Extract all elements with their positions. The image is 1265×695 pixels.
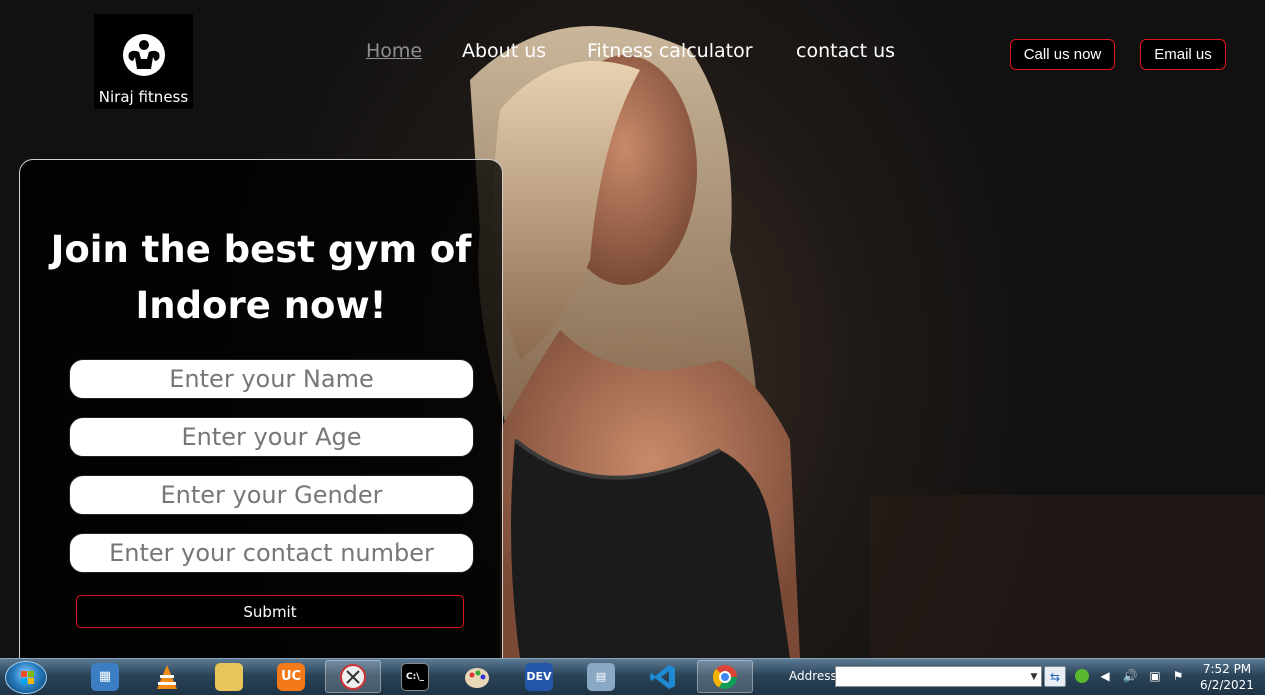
address-label: Address	[789, 669, 837, 683]
taskbar-uc-browser[interactable]: UC	[263, 660, 319, 693]
taskbar-paint[interactable]	[449, 660, 505, 693]
email-us-button[interactable]: Email us	[1140, 39, 1226, 70]
uc-browser-icon: UC	[277, 662, 305, 691]
address-input[interactable]	[835, 666, 1042, 687]
file-explorer-icon	[215, 662, 243, 691]
paint-icon	[465, 667, 489, 688]
calculator-icon: ▤	[587, 662, 615, 691]
call-us-button[interactable]: Call us now	[1010, 39, 1115, 70]
mute-icon[interactable]: ◀	[1097, 668, 1113, 684]
name-input[interactable]	[69, 359, 474, 399]
taskbar-calculator[interactable]: ▤	[573, 660, 629, 693]
taskbar-vscode[interactable]	[635, 660, 691, 693]
contact-number-input[interactable]	[69, 533, 474, 573]
signup-title: Join the best gym of Indore now!	[19, 222, 503, 334]
nav-home[interactable]: Home	[366, 40, 422, 62]
system-clock[interactable]: 7:52 PM 6/2/2021	[1196, 661, 1258, 693]
taskbar-control-panel[interactable]: ▦	[77, 660, 133, 693]
volume-icon[interactable]: 🔊	[1122, 668, 1138, 684]
muscle-man-icon	[123, 34, 165, 76]
taskbar-dev-cpp[interactable]: DEV	[511, 660, 567, 693]
action-center-icon[interactable]: ⚑	[1170, 668, 1186, 684]
snipping-tool-icon	[340, 663, 366, 690]
windows-logo-icon	[21, 671, 34, 684]
clock-date: 6/2/2021	[1200, 678, 1254, 692]
submit-button[interactable]: Submit	[76, 595, 464, 628]
nav-fitness-calculator[interactable]: Fitness calculator	[587, 40, 753, 62]
nav-contact-us[interactable]: contact us	[796, 40, 895, 62]
clock-time: 7:52 PM	[1202, 662, 1252, 676]
refresh-icon[interactable]: ⇆	[1044, 666, 1066, 687]
control-panel-icon: ▦	[91, 662, 119, 691]
taskbar-snipping-tool[interactable]	[325, 660, 381, 693]
taskbar-chrome[interactable]	[697, 660, 753, 693]
vscode-icon	[650, 664, 675, 689]
taskbar-command-prompt[interactable]: C:\_	[387, 660, 443, 693]
gender-input[interactable]	[69, 475, 474, 515]
age-input[interactable]	[69, 417, 474, 457]
taskbar-file-explorer[interactable]	[201, 660, 257, 693]
network-icon[interactable]: ▣	[1147, 668, 1163, 684]
dev-cpp-icon: DEV	[525, 662, 553, 691]
signup-title-line2: Indore now!	[135, 284, 387, 327]
nav-about-us[interactable]: About us	[462, 40, 546, 62]
signup-title-line1: Join the best gym of	[50, 228, 472, 271]
utorrent-icon[interactable]	[1074, 668, 1090, 684]
chevron-down-icon[interactable]: ▼	[1027, 667, 1041, 686]
taskbar-vlc[interactable]	[139, 660, 195, 693]
vlc-icon	[157, 664, 177, 689]
chrome-icon	[712, 664, 737, 689]
brand-name: Niraj fitness	[98, 88, 189, 106]
start-button[interactable]	[5, 661, 47, 694]
command-prompt-icon: C:\_	[401, 662, 429, 691]
